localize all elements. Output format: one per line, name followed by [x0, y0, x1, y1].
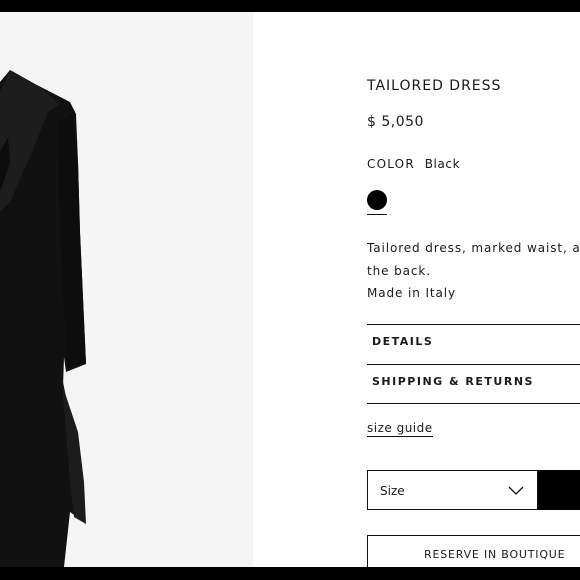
- shipping-returns-label: SHIPPING & RETURNS: [372, 375, 534, 388]
- product-image[interactable]: [0, 12, 253, 567]
- dress-photo: [0, 70, 86, 567]
- reserve-label: RESERVE IN BOUTIQUE: [424, 548, 566, 561]
- reserve-in-boutique-button[interactable]: RESERVE IN BOUTIQUE: [367, 535, 580, 567]
- shipping-returns-accordion[interactable]: SHIPPING & RETURNS: [367, 364, 580, 404]
- color-label: COLOR: [367, 157, 415, 171]
- description-line: the back.: [367, 263, 431, 278]
- swatch-circle: [367, 190, 387, 210]
- product-info: TAILORED DRESS $ 5,050 COLOR Black Tailo…: [367, 0, 580, 567]
- description-line: Made in Italy: [367, 286, 457, 300]
- color-row: COLOR Black: [367, 157, 460, 171]
- details-label: DETAILS: [372, 335, 434, 348]
- description-line: Tailored dress, marked waist, asym: [367, 241, 580, 255]
- bottom-bar: [0, 567, 580, 580]
- product-title: TAILORED DRESS: [367, 78, 502, 94]
- size-guide-link[interactable]: size guide: [367, 421, 433, 437]
- product-price: $ 5,050: [367, 114, 424, 130]
- color-swatch-black[interactable]: [367, 189, 387, 215]
- product-description: Tailored dress, marked waist, asym the b…: [367, 237, 580, 305]
- size-select[interactable]: Size: [367, 470, 538, 510]
- chevron-down-icon: [508, 486, 524, 495]
- details-accordion[interactable]: DETAILS: [367, 324, 580, 364]
- add-to-bag-button[interactable]: [538, 470, 580, 510]
- size-select-value: Size: [380, 484, 405, 498]
- color-value: Black: [424, 157, 461, 171]
